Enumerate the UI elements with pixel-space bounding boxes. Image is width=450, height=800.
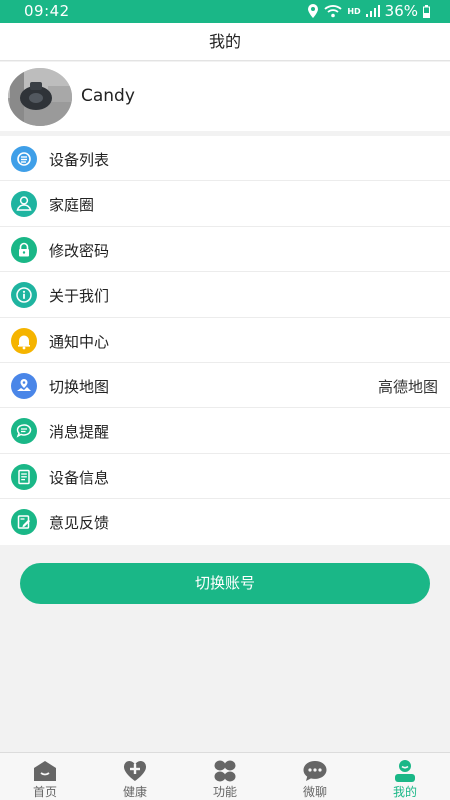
menu-item-label: 设备信息	[49, 468, 110, 487]
menu-item-about[interactable]: 关于我们	[0, 272, 450, 318]
menu-item-label: 通知中心	[49, 332, 110, 351]
username: Candy	[81, 86, 135, 106]
health-icon	[122, 759, 148, 783]
tab-label: 首页	[32, 785, 57, 799]
menu-item-label: 关于我们	[49, 287, 110, 306]
menu-item-family[interactable]: 家庭圈	[0, 181, 450, 227]
menu-item-notifications[interactable]: 通知中心	[0, 318, 450, 363]
title-bar: 我的	[0, 23, 450, 61]
tab-health[interactable]: 健康	[90, 753, 180, 800]
document-icon	[11, 463, 37, 490]
menu-item-label: 家庭圈	[49, 196, 95, 215]
functions-icon	[212, 759, 238, 783]
feedback-icon	[11, 509, 37, 536]
tab-functions[interactable]: 功能	[180, 753, 270, 800]
menu-item-device-info[interactable]: 设备信息	[0, 454, 450, 500]
profile-section[interactable]: Candy	[0, 62, 450, 131]
current-map-value: 高德地图	[377, 377, 438, 396]
lock-icon	[11, 236, 37, 263]
tab-label: 功能	[212, 785, 237, 799]
tab-chat[interactable]: 微聊	[270, 753, 360, 800]
signal-icon	[365, 5, 380, 17]
switch-account-button[interactable]: 切换账号	[20, 563, 430, 604]
menu-item-device-list[interactable]: 设备列表	[0, 136, 450, 182]
chat-icon	[302, 759, 328, 783]
device-list-icon	[11, 146, 37, 172]
menu-item-label: 切换地图	[49, 377, 110, 396]
settings-menu: 设备列表 家庭圈 修改密码 关于我们 通知中心 切换地图 高德地图 消息提醒 设…	[0, 136, 450, 545]
info-icon	[11, 282, 37, 309]
bottom-tab-bar: 首页 健康 功能 微聊 我的	[0, 752, 450, 800]
status-time: 09:42	[24, 2, 70, 20]
menu-item-message-reminder[interactable]: 消息提醒	[0, 408, 450, 454]
tab-home[interactable]: 首页	[0, 753, 90, 800]
menu-item-label: 消息提醒	[49, 423, 110, 442]
battery-text: 36%	[384, 2, 418, 20]
tab-label: 微聊	[302, 785, 327, 799]
battery-icon	[423, 4, 430, 18]
hd-badge: HD	[347, 6, 361, 16]
profile-icon	[392, 759, 418, 783]
menu-item-label: 意见反馈	[49, 514, 110, 533]
menu-item-label: 修改密码	[49, 241, 110, 260]
menu-item-label: 设备列表	[49, 151, 110, 169]
location-icon	[307, 4, 319, 18]
avatar[interactable]	[8, 68, 72, 126]
status-bar: 09:42 HD 36%	[0, 0, 450, 23]
tab-label: 健康	[122, 785, 147, 799]
family-icon	[11, 191, 37, 218]
menu-item-switch-map[interactable]: 切换地图 高德地图	[0, 363, 450, 409]
bell-icon	[11, 327, 37, 354]
home-icon	[32, 759, 58, 783]
map-icon	[11, 372, 37, 399]
page-title: 我的	[208, 32, 241, 51]
tab-label: 我的	[392, 785, 417, 799]
message-icon	[11, 418, 37, 445]
wifi-icon	[324, 4, 342, 18]
menu-item-change-password[interactable]: 修改密码	[0, 227, 450, 273]
menu-item-feedback[interactable]: 意见反馈	[0, 499, 450, 544]
tab-profile[interactable]: 我的	[360, 753, 450, 800]
